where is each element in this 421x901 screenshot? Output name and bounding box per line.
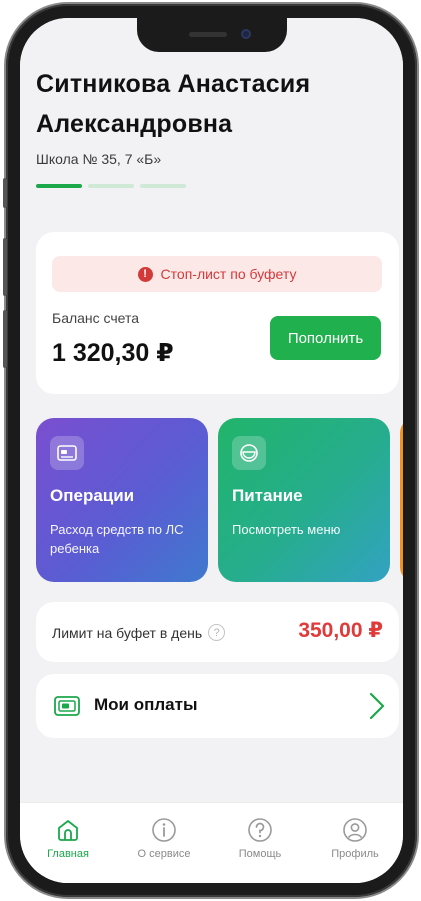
speaker	[189, 32, 227, 37]
stop-list-banner[interactable]: ! Стоп-лист по буфету	[52, 256, 382, 292]
app-screen: Ситникова Анастасия Александровна Школа …	[20, 18, 403, 883]
front-camera	[241, 29, 251, 39]
tab-help[interactable]: Помощь	[215, 817, 305, 860]
food-title: Питание	[232, 486, 303, 505]
balance-value: 1 320,30 ₽	[52, 339, 174, 367]
tab-help-label: Помощь	[238, 848, 282, 860]
food-subtitle: Посмотреть меню	[232, 522, 341, 537]
food-tile[interactable]: Питание Посмотреть меню	[218, 418, 390, 582]
operations-tile[interactable]: Операции Расход средств по ЛС ребенка	[36, 418, 208, 582]
stop-list-label: Стоп-лист по буфету	[160, 266, 297, 282]
card-icon	[54, 696, 80, 721]
limit-value: 350,00 ₽	[298, 619, 383, 642]
question-icon[interactable]: ?	[208, 624, 226, 641]
tab-home-label: Главная	[47, 848, 89, 860]
tab-bar: Главная О сервисе Помощь Профиль	[20, 802, 403, 883]
profile-icon	[342, 817, 368, 843]
pager-dot-3[interactable]	[140, 184, 186, 188]
card-pager	[36, 184, 186, 188]
phone-volume-down-button	[3, 310, 7, 368]
card-icon	[50, 436, 84, 470]
phone-volume-up-button	[3, 238, 7, 296]
pager-dot-1[interactable]	[36, 184, 82, 188]
tab-profile[interactable]: Профиль	[310, 817, 400, 860]
school-class: Школа № 35, 7 «Б»	[36, 151, 162, 167]
next-tile-peek[interactable]	[400, 418, 403, 582]
phone-side-button	[3, 178, 7, 208]
tab-home[interactable]: Главная	[23, 817, 113, 860]
student-name: Ситникова Анастасия Александровна	[36, 70, 311, 138]
tiles-carousel[interactable]: Операции Расход средств по ЛС ребенка Пи…	[36, 418, 403, 582]
balance-label: Баланс счета	[52, 310, 140, 326]
pager-dot-2[interactable]	[88, 184, 134, 188]
operations-subtitle: Расход средств по ЛС ребенка	[50, 522, 184, 556]
buffet-limit-card: Лимит на буфет в день ? 350,00 ₽	[36, 602, 399, 662]
balance-card: ! Стоп-лист по буфету Баланс счета 1 320…	[36, 232, 399, 394]
help-icon	[247, 817, 273, 843]
notch	[137, 18, 287, 52]
home-icon	[55, 817, 81, 843]
limit-label: Лимит на буфет в день	[52, 624, 203, 641]
bowl-icon	[232, 436, 266, 470]
my-payments-row[interactable]: Мои оплаты	[36, 674, 399, 738]
topup-button[interactable]: Пополнить	[270, 316, 381, 360]
my-payments-label: Мои оплаты	[94, 695, 198, 714]
chevron-right-icon	[369, 692, 385, 725]
info-icon	[151, 817, 177, 843]
tab-about-label: О сервисе	[137, 848, 191, 860]
operations-title: Операции	[50, 486, 135, 505]
limit-label-row: Лимит на буфет в день ?	[52, 624, 226, 641]
tab-profile-label: Профиль	[331, 848, 379, 860]
alert-icon: !	[137, 266, 153, 282]
tab-about[interactable]: О сервисе	[119, 817, 209, 860]
